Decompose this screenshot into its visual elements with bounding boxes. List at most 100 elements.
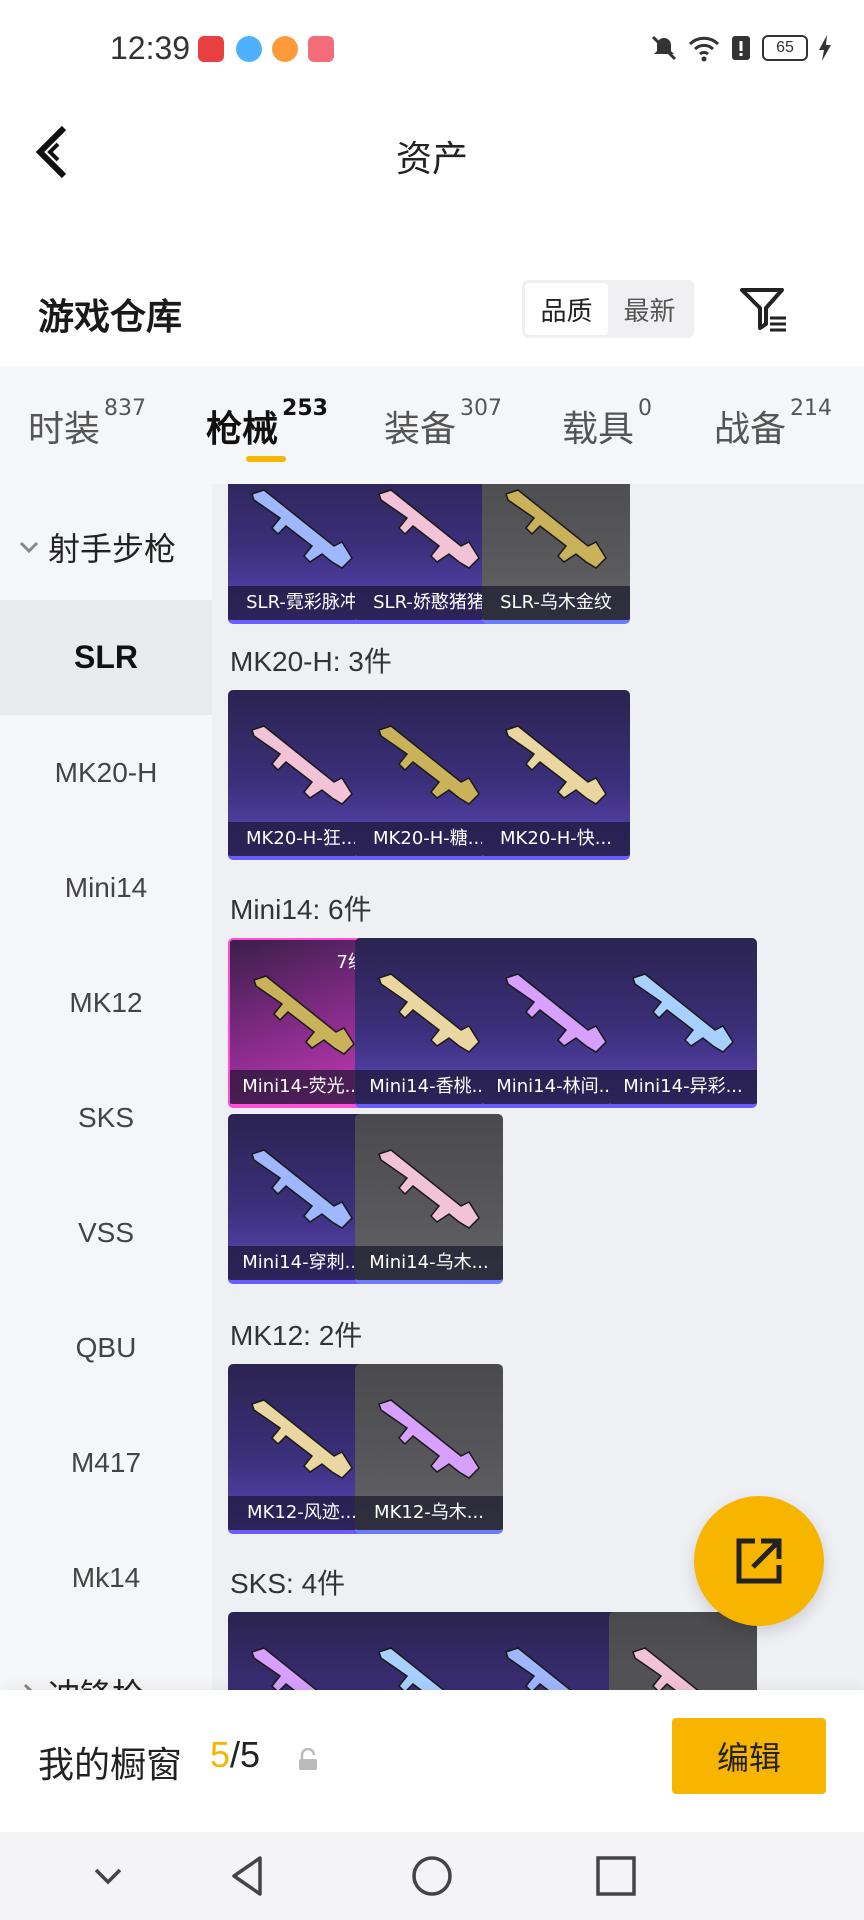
mute-icon [651,35,677,61]
tab-vehicles[interactable]: 载具0 [562,396,652,452]
weapon-card[interactable]: Mini14-异彩... [609,938,757,1108]
page-title: 资产 [395,139,468,180]
weapon-card[interactable]: MK20-H-快... [482,690,630,860]
showcase-total: /5 [230,1734,261,1775]
weapon-card[interactable]: MK12-风迹... [228,1364,376,1534]
tab-count: 837 [104,396,147,421]
sidebar-item-mk12[interactable]: MK12 [0,945,212,1060]
weapon-card-label: Mini14-荧光... [230,1070,374,1104]
rifle-icon [378,973,480,1053]
rifle-icon [505,725,607,805]
filter-button[interactable] [738,284,790,336]
sidebar-item-mini14[interactable]: Mini14 [0,830,212,945]
edit-button[interactable]: 编辑 [672,1718,826,1794]
tab-supplies[interactable]: 战备214 [714,396,832,452]
weapon-card[interactable]: SLR-霓彩脉冲 [228,484,376,624]
weapon-card-label: SLR-娇憨猪猪 [355,586,503,620]
weapon-card-label: SLR-乌木金纹 [482,586,630,620]
tab-count: 214 [790,396,833,421]
tab-label: 载具 [562,409,635,450]
chevron-down-icon [19,541,39,554]
sidebar-item-slr[interactable]: SLR [0,600,212,715]
rifle-icon [251,1149,353,1229]
weapon-card-label: Mini14-林间... [482,1070,630,1104]
share-showcase-button[interactable] [694,1496,824,1626]
section-title: SKS: 4件 [230,1568,346,1599]
filter-icon [740,288,786,332]
rifle-icon [632,973,734,1053]
weapon-card[interactable] [355,1612,503,1690]
weapon-card-label: MK20-H-糖... [355,822,503,856]
nav-back-icon[interactable] [222,1850,274,1902]
weapon-card[interactable]: SLR-乌木金纹 [482,484,630,624]
weapon-card[interactable] [609,1612,757,1690]
rifle-icon [505,489,607,569]
tab-count: 0 [638,396,653,421]
tab-label: 枪械 [206,409,279,450]
status-time: 12:39 [110,30,191,66]
weapon-card-label: MK20-H-狂... [228,822,376,856]
sidebar-item-vss[interactable]: VSS [0,1175,212,1290]
status-indicators: 65 [650,34,832,62]
rifle-icon [505,973,607,1053]
browser-app-icon [236,36,262,62]
sidebar-group-smg[interactable]: 冲锋枪 [16,1670,144,1690]
tab-equipment[interactable]: 装备307 [384,396,502,452]
sidebar-item-qbu[interactable]: QBU [0,1290,212,1405]
status-bar: 12:39 65 [0,0,864,100]
weapon-card[interactable]: MK20-H-狂... [228,690,376,860]
rifle-icon [632,1647,699,1690]
weapon-card[interactable]: MK20-H-糖... [355,690,503,860]
rifle-icon [378,1399,480,1479]
tab-count: 307 [460,396,503,421]
weapon-card-label: Mini14-异彩... [609,1070,757,1104]
weapon-card-label: MK20-H-快... [482,822,630,856]
rifle-icon [378,1149,480,1229]
nav-down-icon[interactable] [82,1850,134,1902]
sidebar-item-sks[interactable]: SKS [0,1060,212,1175]
tab-outfits[interactable]: 时装837 [28,396,146,452]
weapon-card[interactable]: 7级 Mini14-荧光... [228,938,376,1108]
sidebar-item-m417[interactable]: M417 [0,1405,212,1520]
rifle-icon [378,489,480,569]
sidebar-group-marksman[interactable]: 射手步枪 [16,524,176,570]
huawei-app-icon [198,36,224,62]
weapon-card[interactable]: Mini14-乌木... [355,1114,503,1284]
sidebar-item-mk20h[interactable]: MK20-H [0,715,212,830]
weapon-card[interactable]: MK12-乌木... [355,1364,503,1534]
sidebar-item-mk14[interactable]: Mk14 [0,1520,212,1635]
showcase-bar: 我的橱窗 5/5 编辑 [0,1690,864,1832]
section-title: Mini14: 6件 [230,894,372,925]
rifle-icon [253,975,355,1055]
rifle-icon [251,1399,353,1479]
charging-icon [819,35,831,61]
weapon-card[interactable] [482,1612,630,1690]
showcase-current: 5 [210,1734,231,1775]
nav-home-icon[interactable] [406,1850,458,1902]
weapon-sidebar: 射手步枪 SLR MK20-H Mini14 MK12 SKS VSS QBU … [0,484,212,1690]
rifle-icon [378,725,480,805]
tab-label: 时装 [28,409,101,450]
lock-icon [299,1748,317,1770]
weapon-card[interactable]: Mini14-林间... [482,938,630,1108]
tab-guns[interactable]: 枪械253 [206,396,328,452]
sidebar-group-label: 冲锋枪 [48,1670,144,1690]
rifle-icon [251,725,353,805]
section-title: MK20-H: 3件 [230,646,392,677]
weapon-card[interactable]: Mini14-穿刺... [228,1114,376,1284]
sort-option-quality[interactable]: 品质 [525,283,608,335]
sort-option-newest[interactable]: 最新 [608,283,691,335]
rifle-icon [378,1647,445,1690]
tab-count: 253 [282,396,328,421]
warehouse-header: 游戏仓库 品质 最新 [0,262,864,362]
weapon-card[interactable]: Mini14-香桃... [355,938,503,1108]
nav-recents-icon[interactable] [590,1850,642,1902]
rifle-icon [251,1647,318,1690]
weapon-card[interactable] [228,1612,376,1690]
weapon-card-label: Mini14-穿刺... [228,1246,376,1280]
page-header: 资产 [0,100,864,210]
category-tabs: 时装837 枪械253 装备307 载具0 战备214 [0,366,864,484]
weapon-card-label: Mini14-乌木... [355,1246,503,1280]
weapon-card[interactable]: SLR-娇憨猪猪 [355,484,503,624]
rifle-icon [251,489,353,569]
